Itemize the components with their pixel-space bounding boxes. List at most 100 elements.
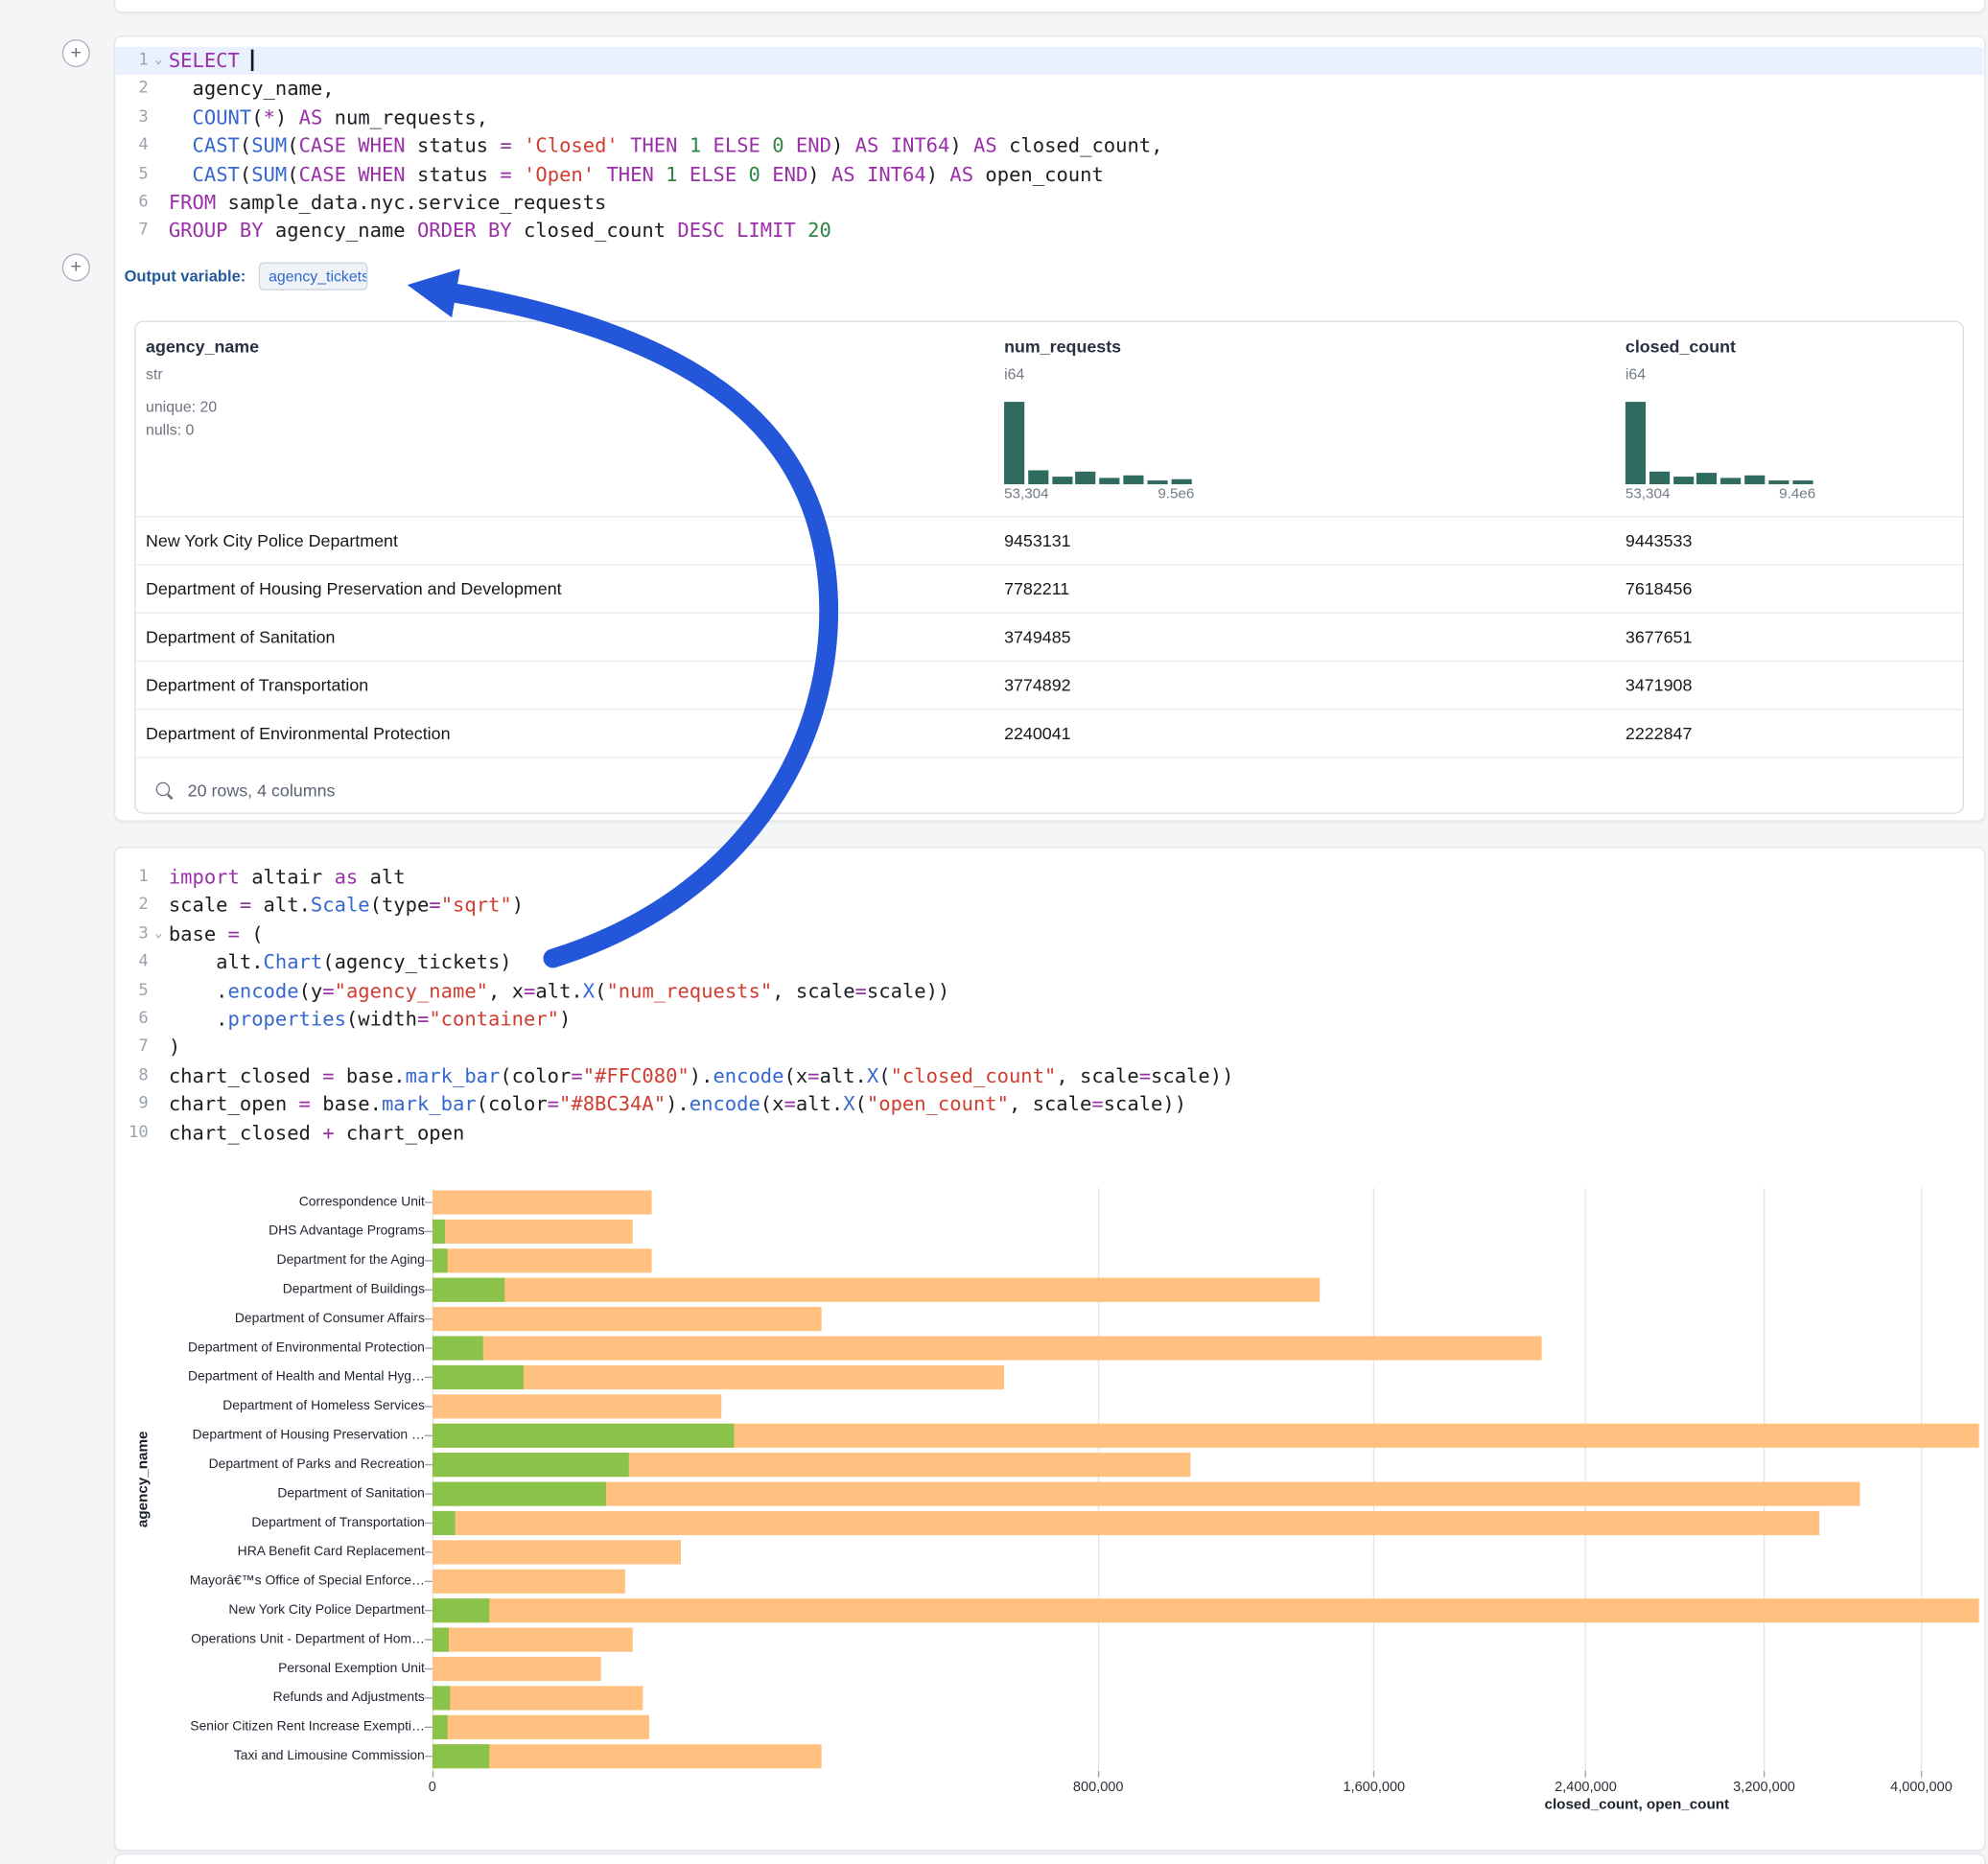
table-cell: 3471908 (1625, 676, 1963, 695)
y-tick (425, 1377, 433, 1378)
y-tick (425, 1318, 433, 1319)
code-text: chart_closed + chart_open (169, 1119, 1983, 1148)
y-tick (425, 1347, 433, 1348)
code-text: FROM sample_data.nyc.service_requests (169, 189, 1983, 218)
table-cell: 7618456 (1625, 579, 1963, 598)
add-cell-button-middle[interactable]: + (62, 253, 90, 281)
python-code-editor[interactable]: 1import altair as alt2scale = alt.Scale(… (115, 863, 1982, 1147)
x-tick-label: 2,400,000 (1555, 1780, 1617, 1795)
y-tick-label: Mayorâ€™s Office of Special Enforce… (190, 1567, 425, 1596)
sql-code-editor[interactable]: 1⌄SELECT 2 agency_name,3 COUNT(*) AS num… (115, 47, 1982, 245)
chevron-slot (149, 1090, 169, 1119)
code-line[interactable]: 4 alt.Chart(agency_tickets) (115, 948, 1982, 977)
bar-open (433, 1715, 448, 1739)
x-tick (1098, 1771, 1099, 1778)
collapse-chevron-icon[interactable]: ⌄ (149, 47, 169, 76)
table-footer: 20 rows, 4 columns (135, 758, 1962, 814)
y-tick-label: Department of Parks and Recreation (209, 1450, 425, 1479)
bar-closed (433, 1598, 1979, 1622)
output-variable-label: Output variable: (125, 268, 246, 286)
code-text: alt.Chart(agency_tickets) (169, 948, 1983, 977)
column-type: str (146, 365, 163, 384)
python-cell: 1import altair as alt2scale = alt.Scale(… (114, 847, 1985, 1851)
y-tick-label: New York City Police Department (228, 1596, 424, 1624)
bar-open (433, 1278, 504, 1302)
bar-open (433, 1453, 629, 1477)
row-count-label: 20 rows, 4 columns (188, 781, 336, 800)
column-stat-nulls: nulls: 0 (146, 421, 194, 439)
y-tick-label: Department of Homeless Services (222, 1392, 425, 1421)
code-line[interactable]: 3⌄base = ( (115, 920, 1982, 949)
y-tick-label: Department of Housing Preservation … (193, 1421, 425, 1450)
code-line[interactable]: 10chart_closed + chart_open (115, 1119, 1982, 1148)
bar-closed (433, 1481, 1860, 1505)
code-line[interactable]: 8chart_closed = base.mark_bar(color="#FF… (115, 1062, 1982, 1091)
column-header[interactable]: num_requests (1004, 338, 1121, 357)
search-icon[interactable] (156, 781, 173, 798)
histogram-bar (1147, 480, 1167, 484)
code-line[interactable]: 3 COUNT(*) AS num_requests, (115, 104, 1982, 132)
code-text: base = ( (169, 920, 1983, 949)
chevron-slot (149, 104, 169, 132)
column-header[interactable]: closed_count (1625, 338, 1736, 357)
bar-closed (433, 1190, 652, 1214)
y-tick (425, 1697, 433, 1698)
histogram-bar (1123, 476, 1143, 484)
table-header: agency_name str unique: 20 nulls: 0 num_… (135, 322, 1962, 518)
code-line[interactable]: 7) (115, 1034, 1982, 1062)
code-text: COUNT(*) AS num_requests, (169, 104, 1983, 132)
code-line[interactable]: 2 agency_name, (115, 76, 1982, 105)
code-line[interactable]: 1⌄SELECT (115, 47, 1982, 76)
y-tick (425, 1581, 433, 1582)
y-tick (425, 1523, 433, 1524)
line-number: 9 (115, 1090, 148, 1119)
y-tick-label: Correspondence Unit (299, 1188, 425, 1217)
bar-closed (433, 1744, 822, 1768)
code-text: ) (169, 1034, 1983, 1062)
bar-closed (433, 1540, 681, 1564)
histogram-bar (1696, 473, 1717, 484)
line-number: 1 (115, 47, 148, 76)
code-text: CAST(SUM(CASE WHEN status = 'Closed' THE… (169, 132, 1983, 161)
bar-closed (433, 1278, 1320, 1302)
code-line[interactable]: 4 CAST(SUM(CASE WHEN status = 'Closed' T… (115, 132, 1982, 161)
code-line[interactable]: 6 FROM sample_data.nyc.service_requests (115, 189, 1982, 218)
y-tick-label: DHS Advantage Programs (269, 1217, 425, 1246)
bar-closed (433, 1657, 600, 1681)
line-number: 4 (115, 948, 148, 977)
column-header[interactable]: agency_name (146, 338, 259, 357)
line-number: 5 (115, 977, 148, 1006)
output-variable-row: Output variable: agency_tickets (125, 260, 368, 292)
code-line[interactable]: 2scale = alt.Scale(type="sqrt") (115, 892, 1982, 920)
table-cell: Department of Environmental Protection (146, 724, 1004, 743)
table-body: New York City Police Department945313194… (135, 517, 1962, 757)
output-variable-chip[interactable]: agency_tickets (258, 263, 367, 291)
bar-chart: agency_name Correspondence UnitDHS Advan… (115, 1188, 1984, 1847)
y-tick (425, 1756, 433, 1757)
chevron-slot (149, 218, 169, 246)
y-tick-label: HRA Benefit Card Replacement (238, 1538, 425, 1567)
code-line[interactable]: 6 .properties(width="container") (115, 1005, 1982, 1034)
code-line[interactable]: 9 chart_open = base.mark_bar(color="#8BC3… (115, 1090, 1982, 1119)
code-line[interactable]: 5 CAST(SUM(CASE WHEN status = 'Open' THE… (115, 160, 1982, 189)
x-tick (432, 1771, 433, 1778)
code-line[interactable]: 7GROUP BY agency_name ORDER BY closed_co… (115, 218, 1982, 246)
table-cell: Department of Housing Preservation and D… (146, 579, 1004, 598)
code-text: chart_open = base.mark_bar(color="#8BC34… (169, 1090, 1983, 1119)
code-line[interactable]: 5 .encode(y="agency_name", x=alt.X("num_… (115, 977, 1982, 1006)
notebook-page: + + 1⌄SELECT 2 agency_name,3 COUNT(*) AS… (0, 0, 1988, 1864)
x-tick (1921, 1771, 1922, 1778)
add-cell-button-top[interactable]: + (62, 39, 90, 67)
y-tick-label: Refunds and Adjustments (273, 1684, 425, 1713)
y-tick (425, 1435, 433, 1436)
chevron-slot (149, 1062, 169, 1091)
line-number: 6 (115, 189, 148, 218)
gridline (1921, 1188, 1922, 1771)
hist-min-label: 53,304 (1004, 487, 1049, 502)
bar-open (433, 1424, 734, 1448)
table-cell: 7782211 (1004, 579, 1625, 598)
code-line[interactable]: 1import altair as alt (115, 863, 1982, 892)
collapse-chevron-icon[interactable]: ⌄ (149, 920, 169, 949)
bar-open (433, 1686, 451, 1710)
line-number: 7 (115, 1034, 148, 1062)
